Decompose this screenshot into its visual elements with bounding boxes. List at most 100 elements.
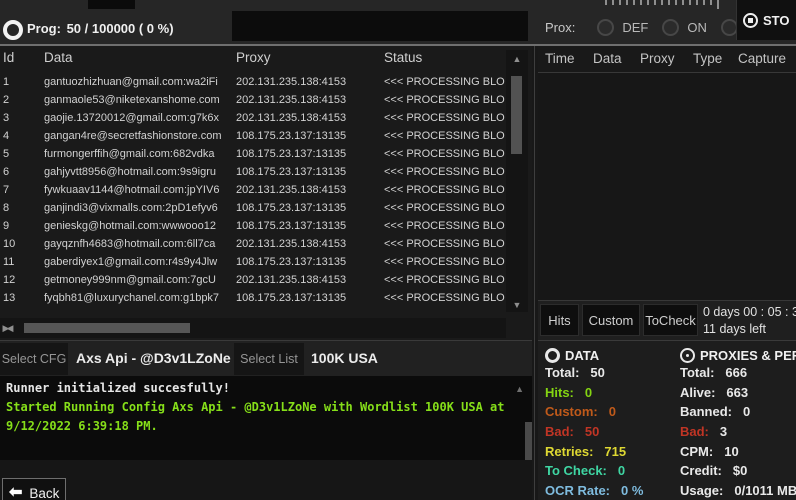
hits-table-body [538,73,796,300]
tick-mark [717,0,719,9]
tab-hits[interactable]: Hits [540,304,579,336]
scroll-up-icon[interactable]: ▲ [515,384,524,394]
stat-label: Retries: [545,444,593,459]
proxy-mode-on[interactable]: ON [662,19,707,36]
stat-bad: Bad:50 [545,424,680,443]
tab-custom[interactable]: Custom [582,304,640,336]
stat-custom: Custom:0 [545,404,680,423]
cell-status: <<< PROCESSING BLOC [384,199,505,217]
proxy-mode-def[interactable]: DEF [597,19,648,36]
table-row[interactable]: 4gangan4re@secretfashionstore.com108.175… [0,127,506,145]
proxy-stats-column: PROXIES & PERF Total:666Alive:663Banned:… [680,346,796,500]
radio-icon[interactable] [662,19,679,36]
table-row[interactable]: 10gayqznfh4683@hotmail.com:6ll7ca202.131… [0,235,506,253]
cell-status: <<< PROCESSING BLOC [384,253,505,271]
top-bar: Prog: 50 / 100000 ( 0 %) Prox: DEF ON OF… [0,0,796,44]
column-header-id: Id [3,50,14,65]
column-header-time: Time [545,51,575,66]
cell-proxy: 202.131.235.138:4153 [236,109,382,127]
table-row[interactable]: 6gahjyvtt8956@hotmail.com:9s9igru108.175… [0,163,506,181]
cell-proxy: 202.131.235.138:4153 [236,73,382,91]
stat-value: 3 [720,424,727,439]
scroll-right-icon[interactable]: ▶ [0,323,12,334]
cell-proxy: 108.175.23.137:13135 [236,289,382,307]
table-row[interactable]: 13fyqbh81@luxurychanel.com:g1bpk7108.175… [0,289,506,307]
cell-id: 13 [3,289,41,307]
column-header-data: Data [593,51,622,66]
stat-label: Usage: [680,483,723,498]
table-row[interactable]: 12getmoney999nm@gmail.com:7gcU202.131.23… [0,271,506,289]
back-label: Back [29,486,59,500]
stat-value: 0 [618,463,625,478]
scrollbar-thumb[interactable] [511,76,522,154]
cell-data: gaberdiyex1@gmail.com:r4s9y4Jlw [44,253,233,271]
cell-data: ganmaole53@niketexanshome.com [44,91,233,109]
table-row[interactable]: 5furmongerffih@gmail.com:682vdka108.175.… [0,145,506,163]
select-cfg-button[interactable]: Select CFG [0,343,68,375]
tick-mark [675,0,677,5]
tab-tocheck[interactable]: ToCheck [643,304,698,336]
data-stats-title: DATA [565,348,599,363]
elapsed-time: 0 days 00 : 05 : 3 [703,304,796,321]
proxy-mode-label: Prox: [545,20,575,35]
cell-status: <<< PROCESSING BLOC [384,235,505,253]
scrollbar-thumb[interactable] [24,323,190,333]
table-row[interactable]: 2ganmaole53@niketexanshome.com202.131.23… [0,91,506,109]
column-header-data: Data [44,50,73,65]
tick-mark [703,0,705,5]
vertical-scrollbar[interactable]: ▲ ▼ [506,50,528,312]
stat-value: 663 [726,385,748,400]
stop-button[interactable]: STO [736,0,796,40]
tick-mark [633,0,635,5]
stat-total: Total:666 [680,365,796,384]
wordlist-name: 100K USA [311,350,378,366]
cell-id: 8 [3,199,41,217]
cell-status: <<< PROCESSING BLOC [384,145,505,163]
tick-mark [605,0,607,5]
stat-value: $0 [733,463,747,478]
cell-id: 2 [3,91,41,109]
tick-mark [696,0,698,5]
scroll-down-icon[interactable]: ▼ [506,300,528,310]
cell-id: 5 [3,145,41,163]
data-table-panel: Id Data Proxy Status 1gantuozhizhuan@gma… [0,46,532,340]
cell-status: <<< PROCESSING BLOC [384,109,505,127]
data-stats-header: DATA [545,346,680,365]
select-list-button[interactable]: Select List [234,343,304,375]
cell-status: <<< PROCESSING BLOC [384,163,505,181]
tick-mark [612,0,614,5]
stat-value: 0 [585,385,592,400]
data-stats-column: DATA Total:50Hits:0Custom:0Bad:50Retries… [545,346,680,500]
cell-proxy: 202.131.235.138:4153 [236,235,382,253]
tick-mark [661,0,663,5]
proxy-stats-header: PROXIES & PERF [680,346,796,365]
progress-spinner-icon [3,20,23,40]
cell-data: gangan4re@secretfashionstore.com [44,127,233,145]
progress-text: Prog: 50 / 100000 ( 0 %) [27,21,174,36]
cell-status: <<< PROCESSING BLOC [384,181,505,199]
table-row[interactable]: 7fywkuaav1144@hotmail.com:jpYIV6202.131.… [0,181,506,199]
back-button[interactable]: ⬅ Back [2,478,66,500]
cell-data: getmoney999nm@gmail.com:7gcU [44,271,233,289]
scroll-up-icon[interactable]: ▲ [506,54,528,64]
stop-label: STO [763,13,790,28]
proxy-stats-title: PROXIES & PERF [700,348,796,363]
hits-table-header: Time Data Proxy Type Capture [538,46,796,73]
table-row[interactable]: 1gantuozhizhuan@gmail.com:wa2iFi202.131.… [0,73,506,91]
cell-proxy: 108.175.23.137:13135 [236,199,382,217]
column-header-capture: Capture [738,51,786,66]
table-row[interactable]: 9genieskg@hotmail.com:wwwooo12108.175.23… [0,217,506,235]
table-row[interactable]: 11gaberdiyex1@gmail.com:r4s9y4Jlw108.175… [0,253,506,271]
stat-value: 0 [609,404,616,419]
table-row[interactable]: 3gaojie.13720012@gmail.com:g7k6x202.131.… [0,109,506,127]
progress-value: 50 / 100000 ( 0 %) [67,21,174,36]
tick-mark [619,0,621,5]
stat-label: Hits: [545,385,574,400]
horizontal-scrollbar[interactable]: ◀ ▶ [0,318,506,338]
stop-icon [743,13,758,28]
table-row[interactable]: 8ganjindi3@vixmalls.com:2pD1efyv6108.175… [0,199,506,217]
radio-icon[interactable] [597,19,614,36]
stat-label: OCR Rate: [545,483,610,498]
stat-alive: Alive:663 [680,385,796,404]
cropped-control-fragment [88,0,135,9]
